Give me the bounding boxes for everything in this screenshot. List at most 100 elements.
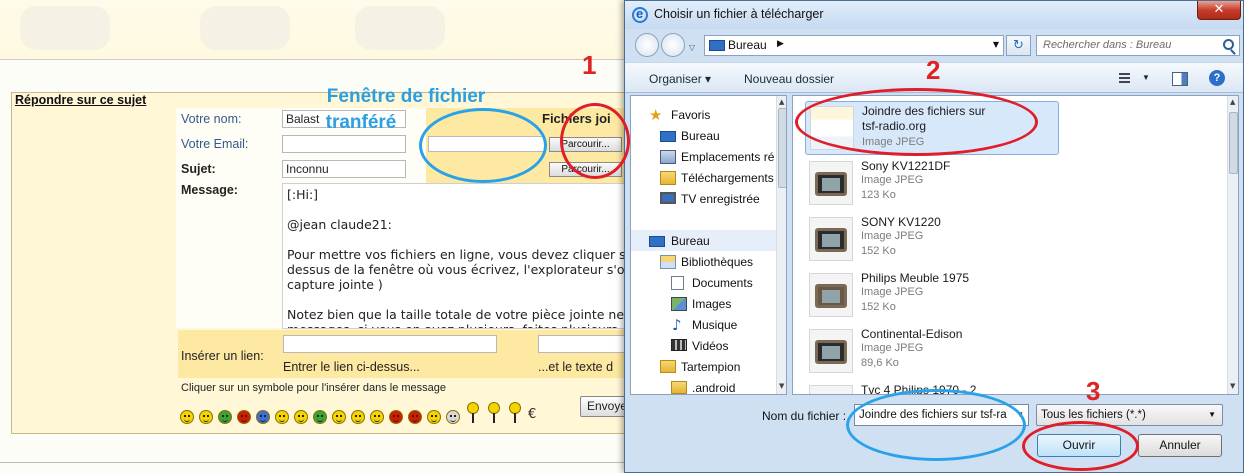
- nav-item-videos[interactable]: Vidéos: [631, 336, 776, 357]
- file-name: SONY KV1220: [861, 215, 941, 229]
- back-button[interactable]: [635, 33, 659, 57]
- file-type: Image JPEG: [861, 342, 924, 354]
- fire-icon[interactable]: [408, 410, 422, 424]
- angry-icon[interactable]: [237, 410, 251, 424]
- new-folder-button[interactable]: Nouveau dossier: [744, 72, 834, 86]
- filename-dropdown-icon[interactable]: ▼: [1016, 405, 1024, 425]
- file-item[interactable]: Tvc 4 Philips 1970 - 2: [805, 381, 1059, 394]
- help-icon[interactable]: ?: [1209, 70, 1225, 86]
- view-dropdown-icon[interactable]: ▼: [1142, 73, 1150, 82]
- nav-scrollbar[interactable]: ▲ ▼: [776, 96, 786, 394]
- nav-item-libraries[interactable]: Bibliothèques: [631, 252, 776, 273]
- file-item[interactable]: Sony KV1221DF Image JPEG 123 Ko: [805, 157, 1059, 211]
- nav-item-music[interactable]: ♪ Musique: [631, 315, 776, 336]
- laugh-icon[interactable]: [351, 410, 365, 424]
- smile-icon[interactable]: [180, 410, 194, 424]
- search-icon[interactable]: [1223, 39, 1234, 50]
- file-list-scrollbar[interactable]: ▲ ▼: [1227, 96, 1238, 394]
- link-label: Insérer un lien:: [181, 349, 264, 363]
- banner-radio-image: [20, 6, 110, 50]
- file-name: Continental-Edison: [861, 327, 963, 341]
- attachment-file-field[interactable]: [428, 136, 545, 152]
- file-thumbnail: [809, 385, 853, 394]
- scroll-down-icon[interactable]: ▼: [1230, 382, 1235, 390]
- nav-item-favorites[interactable]: ★ Favoris: [631, 105, 776, 126]
- view-options-icon[interactable]: [1117, 70, 1135, 86]
- file-thumbnail: [809, 217, 853, 261]
- send-button[interactable]: Envoyer: [580, 396, 626, 417]
- shy-icon[interactable]: [427, 410, 441, 424]
- nav-item-desktop-root[interactable]: Bureau: [631, 231, 776, 252]
- nav-item-recorded-tv[interactable]: TV enregistrée: [631, 189, 776, 210]
- file-item[interactable]: SONY KV1220 Image JPEG 152 Ko: [805, 213, 1059, 267]
- nav-label: Bureau: [681, 129, 720, 143]
- file-type-filter[interactable]: Tous les fichiers (*.*) ▼: [1036, 404, 1223, 426]
- grin-icon[interactable]: [199, 410, 213, 424]
- recent-pages-icon[interactable]: ▽: [689, 43, 695, 52]
- dialog-titlebar[interactable]: Choisir un fichier à télécharger ✕: [625, 1, 1243, 29]
- breadcrumb-chevron-icon[interactable]: ▶: [777, 39, 784, 49]
- smiley-hint: Cliquer sur un symbole pour l'insérer da…: [181, 382, 447, 394]
- file-thumbnail: [809, 161, 853, 205]
- scroll-up-icon[interactable]: ▲: [1230, 98, 1235, 106]
- file-item[interactable]: Philips Meuble 1975 Image JPEG 152 Ko: [805, 269, 1059, 323]
- sick-icon[interactable]: [218, 410, 232, 424]
- link-text-input[interactable]: [538, 335, 631, 353]
- nav-item-user[interactable]: Tartempion: [631, 357, 776, 378]
- cold-icon[interactable]: [256, 410, 270, 424]
- filter-dropdown-icon[interactable]: ▼: [1208, 405, 1216, 425]
- file-item[interactable]: Joindre des fichiers sur tsf-radio.org I…: [805, 101, 1059, 155]
- devil-icon[interactable]: [389, 410, 403, 424]
- address-text[interactable]: Bureau: [728, 38, 767, 52]
- preview-pane-icon[interactable]: [1172, 72, 1188, 86]
- subject-input[interactable]: Inconnu: [282, 160, 406, 178]
- ghost-icon[interactable]: [446, 410, 460, 424]
- open-button[interactable]: Ouvrir: [1037, 434, 1121, 457]
- wave-icon[interactable]: [507, 402, 523, 424]
- file-type: Image JPEG: [861, 230, 924, 242]
- nav-label: Tartempion: [681, 360, 741, 374]
- nav-item-recent-places[interactable]: Emplacements ré: [631, 147, 776, 168]
- nav-item-android[interactable]: .android: [631, 378, 776, 394]
- attachments-title: Fichiers joi: [542, 111, 611, 126]
- link-url-input[interactable]: [283, 335, 497, 353]
- close-button[interactable]: ✕: [1197, 1, 1241, 20]
- images-icon: [671, 297, 687, 311]
- wink-icon[interactable]: [294, 410, 308, 424]
- user-folder-icon: [660, 360, 676, 373]
- nav-item-images[interactable]: Images: [631, 294, 776, 315]
- frog-icon[interactable]: [313, 410, 327, 424]
- euro-icon[interactable]: €: [528, 407, 536, 422]
- message-textarea[interactable]: [:Hi:] @jean claude21: Pour mettre vos f…: [282, 183, 632, 329]
- nav-item-desktop[interactable]: Bureau: [631, 126, 776, 147]
- forward-button[interactable]: [661, 33, 685, 57]
- address-dropdown-icon[interactable]: ▼: [993, 40, 999, 49]
- browse-button-2[interactable]: Parcourir...: [549, 162, 622, 177]
- file-scroll-thumb[interactable]: [1229, 112, 1238, 174]
- dance-icon[interactable]: [486, 402, 502, 424]
- cancel-button[interactable]: Annuler: [1138, 434, 1222, 457]
- link-hint: Entrer le lien ci-dessus...: [283, 360, 420, 374]
- recent-places-icon: [660, 150, 676, 164]
- filename-value: Joindre des fichiers sur tsf-ra: [859, 409, 1007, 421]
- scroll-up-icon[interactable]: ▲: [779, 98, 784, 106]
- happy-icon[interactable]: [332, 410, 346, 424]
- filename-input[interactable]: Joindre des fichiers sur tsf-ra ▼: [854, 404, 1029, 426]
- sunglasses-icon[interactable]: [370, 410, 384, 424]
- browse-button[interactable]: Parcourir...: [549, 137, 622, 152]
- question-icon[interactable]: [465, 402, 481, 424]
- music-note-icon: ♪: [672, 316, 682, 334]
- address-bar[interactable]: Bureau ▶ ▼: [704, 35, 1004, 56]
- search-box[interactable]: Rechercher dans : Bureau: [1036, 35, 1240, 56]
- nav-item-documents[interactable]: Documents: [631, 273, 776, 294]
- scroll-down-icon[interactable]: ▼: [779, 382, 784, 390]
- organize-menu[interactable]: Organiser ▾: [649, 72, 711, 86]
- nav-scroll-thumb[interactable]: [778, 108, 786, 188]
- nav-item-downloads[interactable]: Téléchargements: [631, 168, 776, 189]
- file-name-line2: tsf-radio.org: [862, 119, 927, 133]
- file-type: Image JPEG: [862, 136, 925, 148]
- sad-icon[interactable]: [275, 410, 289, 424]
- refresh-button[interactable]: ↻: [1006, 35, 1031, 56]
- email-input[interactable]: [282, 135, 406, 153]
- file-item[interactable]: Continental-Edison Image JPEG 89,6 Ko: [805, 325, 1059, 379]
